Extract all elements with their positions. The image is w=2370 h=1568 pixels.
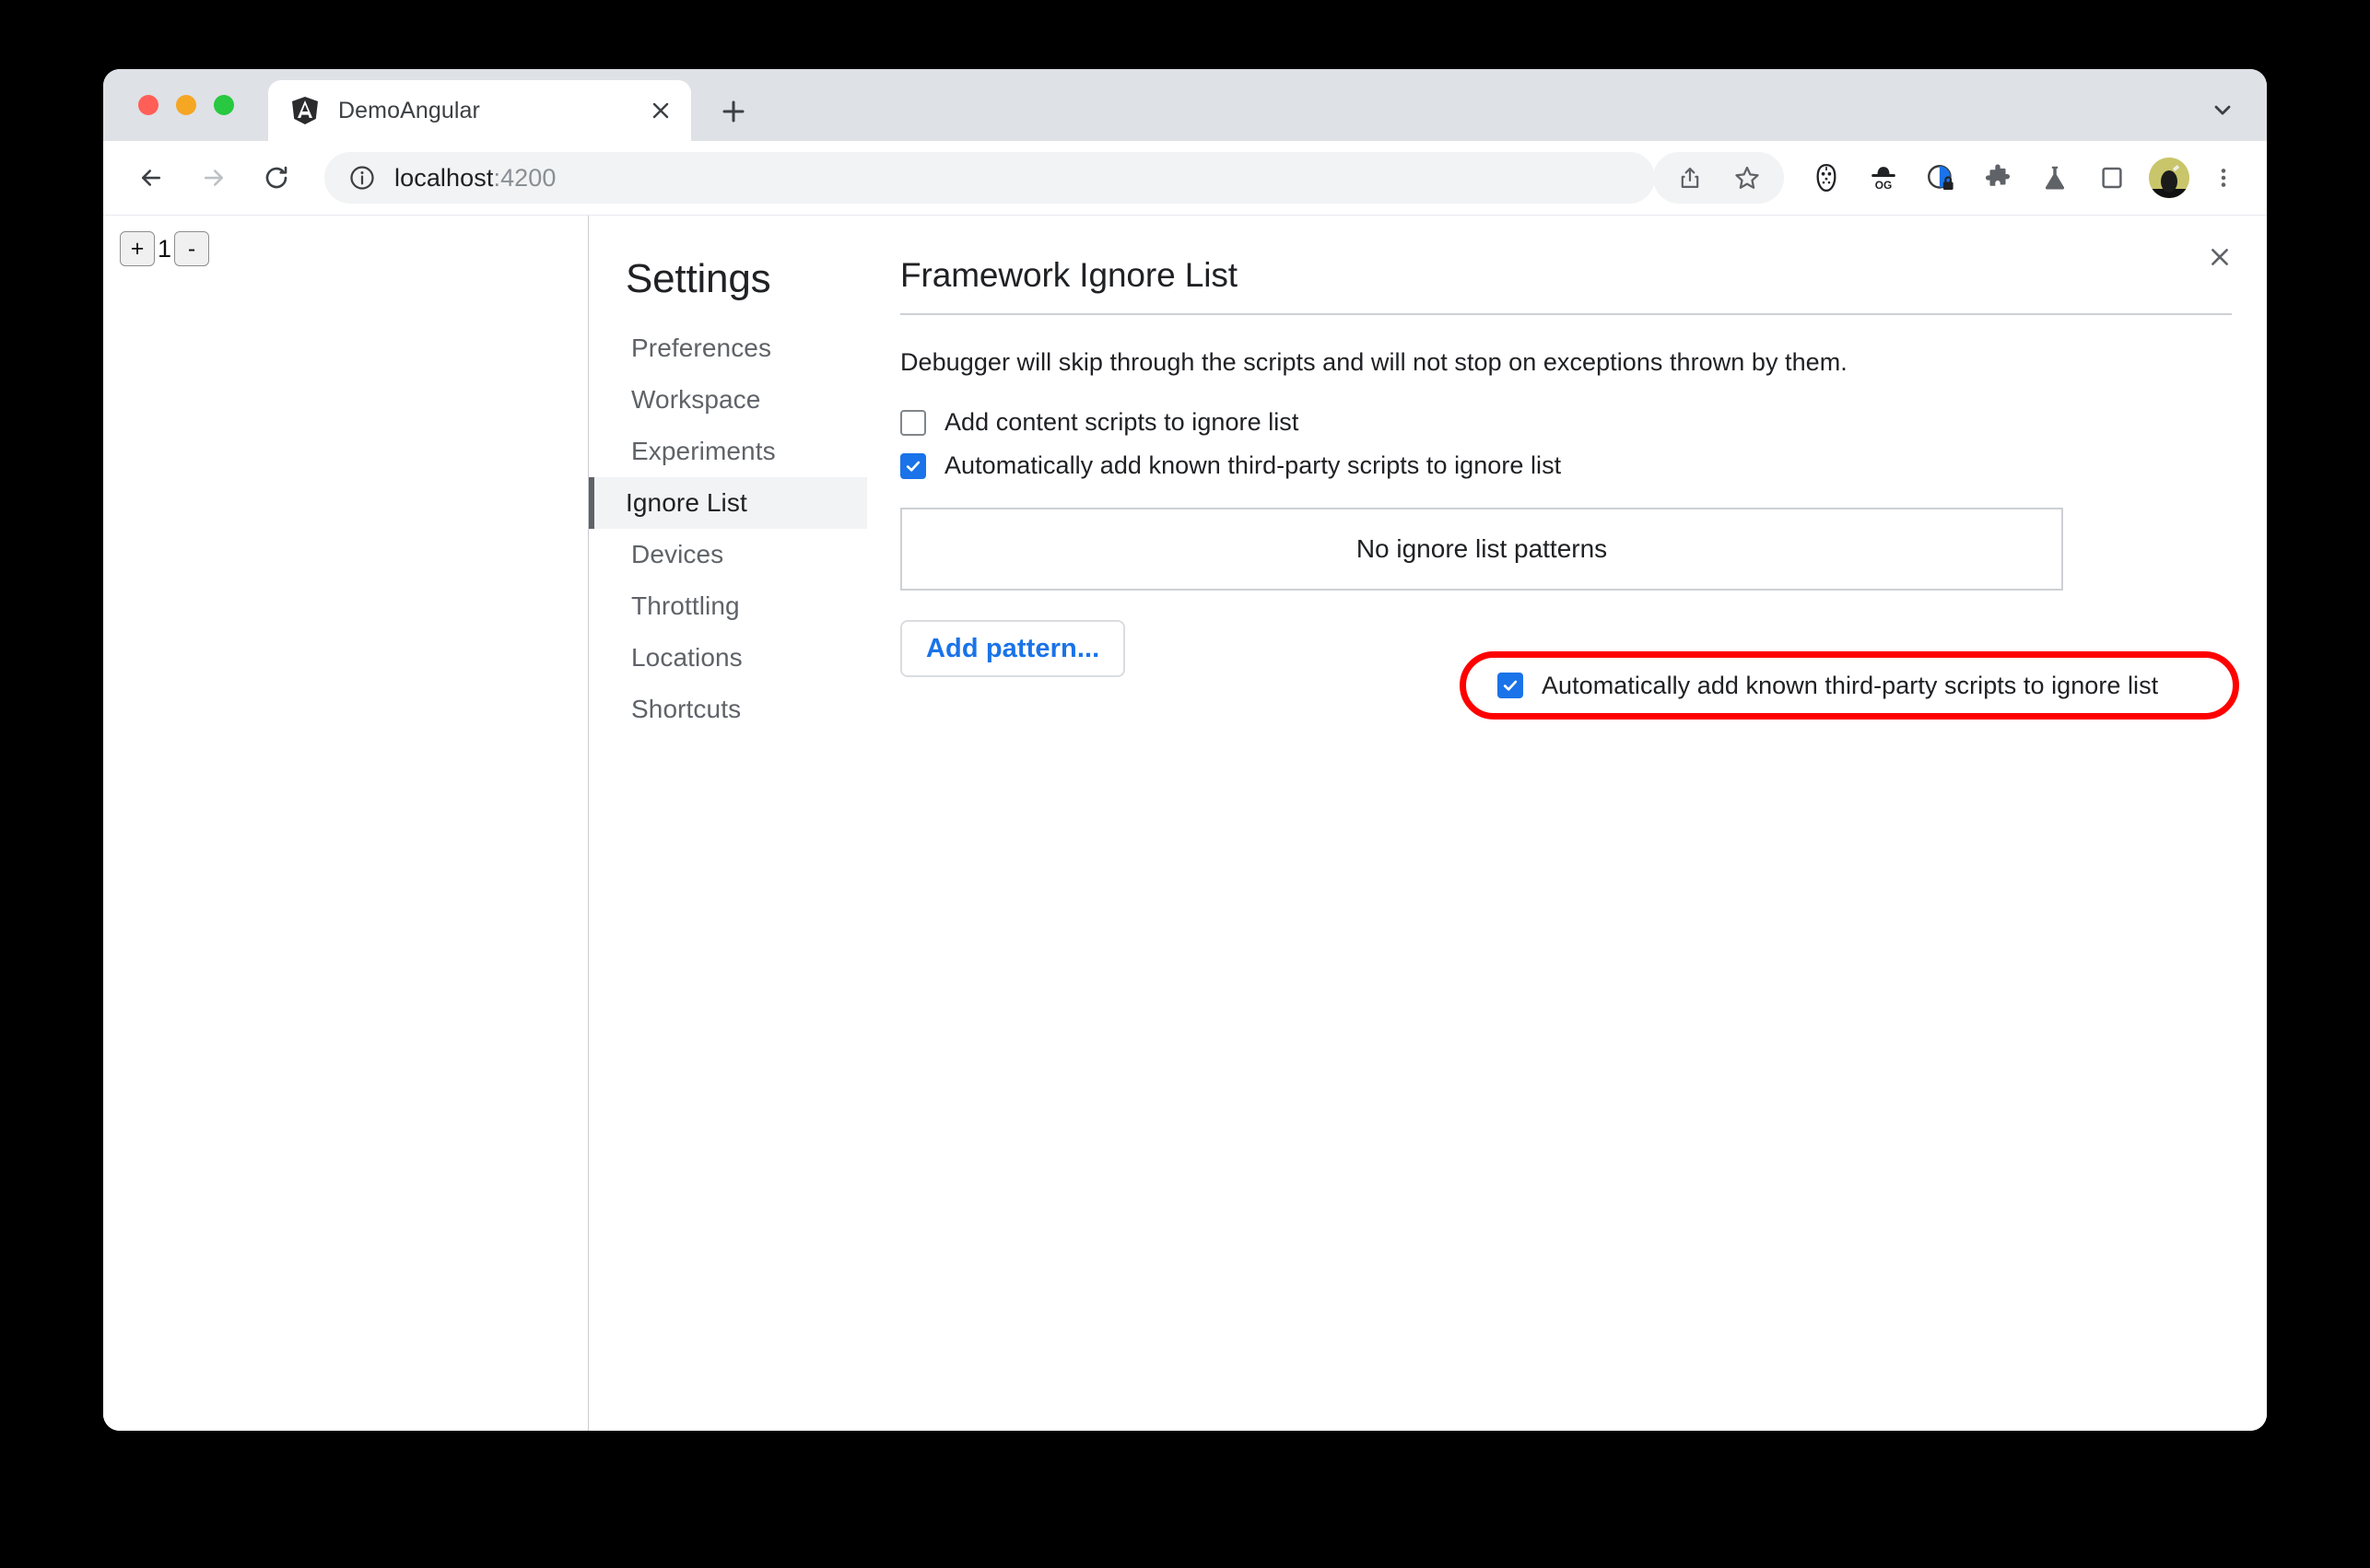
increment-button[interactable]: + — [120, 231, 155, 266]
plus-icon[interactable] — [711, 89, 756, 134]
close-window-button[interactable] — [138, 95, 158, 115]
checkbox-third-party[interactable] — [900, 452, 926, 479]
address-bar[interactable]: localhost:4200 — [324, 152, 1655, 204]
profile-avatar[interactable] — [2149, 158, 2189, 198]
sidebar-item-locations[interactable]: Locations — [589, 632, 867, 684]
puzzle-icon[interactable] — [1976, 156, 2020, 200]
privacy-lock-icon[interactable] — [1918, 156, 1963, 200]
side-panel-icon[interactable] — [2090, 156, 2134, 200]
address-bar-url: localhost:4200 — [394, 164, 557, 193]
forward-arrow-icon[interactable] — [190, 154, 238, 202]
close-icon[interactable] — [2199, 236, 2241, 278]
browser-tab[interactable]: DemoAngular — [268, 80, 691, 141]
hockey-mask-icon[interactable] — [1804, 156, 1848, 200]
sidebar-item-workspace[interactable]: Workspace — [589, 374, 867, 426]
back-arrow-icon[interactable] — [127, 154, 175, 202]
url-port: :4200 — [493, 163, 557, 192]
tab-strip: DemoAngular — [103, 69, 2267, 141]
divider — [900, 313, 2232, 315]
star-icon[interactable] — [1723, 154, 1771, 202]
devtools-settings-dialog: Settings Preferences Workspace Experimen… — [589, 216, 2267, 1431]
close-icon[interactable] — [641, 91, 680, 130]
quantity-stepper: + 1 - — [120, 231, 210, 266]
decrement-button[interactable]: - — [174, 231, 210, 266]
pane-description: Debugger will skip through the scripts a… — [900, 348, 1848, 376]
page-viewport: + 1 - — [103, 216, 589, 1431]
checkbox-label-third-party: Automatically add known third-party scri… — [944, 451, 1562, 479]
minimize-window-button[interactable] — [176, 95, 196, 115]
angular-logo-icon — [292, 97, 318, 124]
url-host: localhost — [394, 163, 494, 192]
window-traffic-lights — [138, 95, 234, 115]
ignore-list-patterns-box: No ignore list patterns — [900, 508, 2063, 591]
og-hat-icon[interactable]: OG — [1861, 156, 1906, 200]
checkbox-row-content-scripts[interactable]: Add content scripts to ignore list — [900, 408, 2232, 437]
settings-content-pane: Framework Ignore List Debugger will skip… — [867, 216, 2267, 1431]
tab-title: DemoAngular — [338, 97, 480, 123]
sidebar-item-throttling[interactable]: Throttling — [589, 580, 867, 632]
browser-window: DemoAngular localhost:4200 OG + 1 - Sett… — [103, 69, 2267, 1431]
add-pattern-button[interactable]: Add pattern... — [900, 620, 1126, 677]
checkbox-label-content-scripts: Add content scripts to ignore list — [944, 408, 1299, 436]
patterns-empty-text: No ignore list patterns — [1355, 534, 1608, 563]
omnibox-actions — [1653, 152, 1784, 204]
info-circle-icon[interactable] — [348, 164, 376, 192]
page-title: Settings — [626, 256, 771, 301]
sidebar-item-preferences[interactable]: Preferences — [589, 322, 867, 374]
settings-sidebar: Settings Preferences Workspace Experimen… — [589, 216, 867, 1431]
sidebar-item-devices[interactable]: Devices — [589, 529, 867, 580]
share-icon[interactable] — [1666, 154, 1714, 202]
chevron-down-icon[interactable] — [2199, 86, 2247, 134]
three-dot-menu-icon[interactable] — [2200, 155, 2247, 201]
sidebar-item-experiments[interactable]: Experiments — [589, 426, 867, 477]
pane-title: Framework Ignore List — [900, 256, 1238, 294]
checkbox-row-third-party[interactable]: Automatically add known third-party scri… — [900, 451, 2232, 480]
flask-icon[interactable] — [2033, 156, 2077, 200]
browser-toolbar: localhost:4200 OG — [103, 141, 2267, 216]
maximize-window-button[interactable] — [214, 95, 234, 115]
reload-icon[interactable] — [252, 154, 300, 202]
sidebar-item-ignore-list[interactable]: Ignore List — [589, 477, 867, 529]
svg-text:OG: OG — [1875, 179, 1892, 192]
checkbox-content-scripts[interactable] — [900, 409, 926, 436]
stepper-count: 1 — [158, 234, 172, 263]
content-region: + 1 - Settings Preferences Workspace Exp… — [103, 216, 2267, 1431]
sidebar-item-shortcuts[interactable]: Shortcuts — [589, 684, 867, 735]
extension-icons: OG — [1804, 156, 2134, 200]
